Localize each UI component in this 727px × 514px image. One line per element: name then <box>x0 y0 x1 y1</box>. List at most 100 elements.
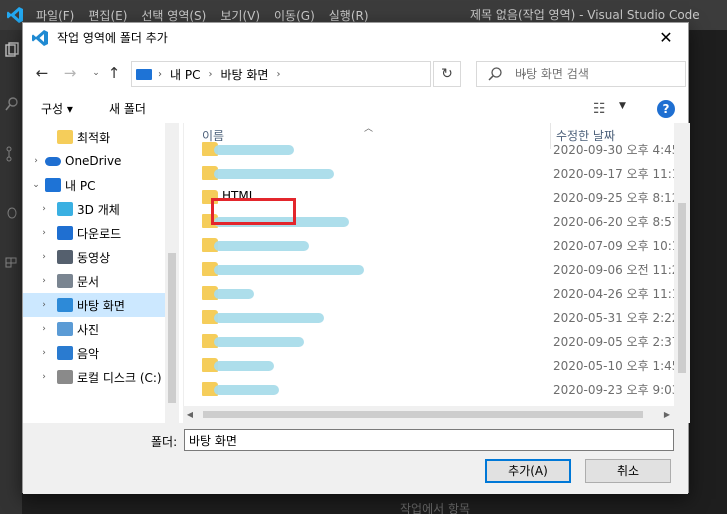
add-button[interactable]: 추가(A) <box>485 459 571 483</box>
tree-expand-icon[interactable]: › <box>39 204 49 214</box>
organize-button[interactable]: 구성 ▾ <box>41 95 73 123</box>
redacted-name-mark <box>214 265 364 275</box>
explorer-icon[interactable] <box>4 42 20 58</box>
file-date: 2020-06-20 오후 8:57 <box>553 215 680 229</box>
view-dropdown-icon[interactable]: ▼ <box>619 101 626 111</box>
menu-selection[interactable]: 선택 영역(S) <box>141 7 206 24</box>
scrollbar-thumb[interactable] <box>168 253 176 403</box>
file-date: 2020-09-17 오후 11:15 <box>553 167 683 181</box>
tree-expand-icon[interactable]: › <box>31 156 41 166</box>
sidebar-item-label: 3D 개체 <box>77 202 120 217</box>
cancel-button[interactable]: 취소 <box>585 459 671 483</box>
breadcrumb-my-pc[interactable]: 내 PC <box>170 66 200 83</box>
back-arrow-icon[interactable]: ← <box>31 61 53 85</box>
sidebar-item-label: 최적화 <box>77 130 111 145</box>
file-row[interactable]: 2020-09-06 오전 11:29 <box>184 257 683 281</box>
file-date: 2020-05-10 오후 1:45 <box>553 359 680 373</box>
file-row[interactable]: 2020-09-30 오후 4:45 <box>184 137 679 161</box>
sidebar-item-1[interactable]: › OneDrive <box>23 149 179 173</box>
breadcrumb-separator-icon: › <box>158 68 162 80</box>
tree-expand-icon[interactable]: › <box>39 252 49 262</box>
up-arrow-icon[interactable]: ↑ <box>103 61 125 85</box>
navigation-bar: ← → ⌄ ↑ › 내 PC › 바탕 화면 › ⌄ ↻ <box>23 57 688 89</box>
file-date: 2020-09-23 오후 9:03 <box>553 383 680 397</box>
redacted-name-mark <box>214 313 324 323</box>
redacted-name-mark <box>214 169 334 179</box>
address-bar[interactable]: › 내 PC › 바탕 화면 › ⌄ <box>131 61 528 87</box>
tree-expand-icon[interactable]: › <box>39 228 49 238</box>
sidebar-item-8[interactable]: › 사진 <box>23 317 179 341</box>
tree-expand-icon[interactable]: › <box>39 372 49 382</box>
tree-expand-icon[interactable]: › <box>39 348 49 358</box>
scroll-left-icon[interactable]: ◀ <box>183 406 197 423</box>
search-input[interactable] <box>515 63 681 85</box>
sidebar-item-5[interactable]: › 동영상 <box>23 245 179 269</box>
highlight-annotation <box>211 198 296 225</box>
file-row[interactable]: 2020-05-10 오후 1:45 <box>184 353 679 377</box>
close-button[interactable]: ✕ <box>644 23 688 53</box>
forward-arrow-icon[interactable]: → <box>59 61 81 85</box>
file-date: 2020-09-30 오후 4:45 <box>553 143 680 157</box>
document-icon <box>57 274 73 288</box>
file-row[interactable]: 2020-09-05 오후 2:37 <box>184 329 679 353</box>
debug-icon[interactable] <box>4 204 20 220</box>
help-icon[interactable]: ? <box>657 100 675 118</box>
sidebar-item-2[interactable]: ⌄ 내 PC <box>23 173 179 197</box>
file-date: 2020-05-31 오후 2:22 <box>553 311 680 325</box>
navigation-pane: 최적화 › OneDrive ⌄ 내 PC › 3D 개체 › 다운로드 › 동영상 › 문서 › 바탕 화… <box>23 123 179 423</box>
folder-label: 폴더: <box>151 435 178 449</box>
file-row[interactable]: 2020-07-09 오후 10:16 <box>184 233 683 257</box>
film-icon <box>57 250 73 264</box>
scrollbar-thumb[interactable] <box>203 411 643 418</box>
tree-expand-icon[interactable]: › <box>39 276 49 286</box>
sidebar-item-label: 문서 <box>77 274 100 289</box>
sidebar-item-9[interactable]: › 음악 <box>23 341 179 365</box>
redacted-name-mark <box>214 145 294 155</box>
search-box[interactable] <box>476 61 686 87</box>
file-list-scrollbar[interactable] <box>674 123 690 423</box>
sidebar-item-3[interactable]: › 3D 개체 <box>23 197 179 221</box>
search-icon[interactable] <box>4 96 20 112</box>
file-row[interactable]: 2020-09-17 오후 11:15 <box>184 161 683 185</box>
sidebar-item-7[interactable]: › 바탕 화면 <box>23 293 179 317</box>
menu-file[interactable]: 파일(F) <box>36 7 74 24</box>
sidebar-item-4[interactable]: › 다운로드 <box>23 221 179 245</box>
breadcrumb: › 내 PC › 바탕 화면 › <box>158 62 280 86</box>
file-row[interactable]: 2020-05-31 오후 2:22 <box>184 305 679 329</box>
vscode-background-text: 작업에서 항목 <box>400 502 471 514</box>
tree-expand-icon[interactable]: ⌄ <box>31 180 41 190</box>
view-options-icon[interactable]: ☷ <box>593 101 613 117</box>
sidebar-item-6[interactable]: › 문서 <box>23 269 179 293</box>
tree-expand-icon[interactable]: › <box>39 300 49 310</box>
dialog-footer: 폴더: 추가(A) 취소 <box>23 423 688 494</box>
file-row[interactable]: 2020-04-26 오후 11:11 <box>184 281 683 305</box>
menu-go[interactable]: 이동(G) <box>274 7 315 24</box>
file-row[interactable]: 2020-09-23 오후 9:03 <box>184 377 679 401</box>
sidebar-item-label: 동영상 <box>77 250 111 265</box>
sidebar-item-0[interactable]: 최적화 <box>23 125 179 149</box>
tree-expand-icon[interactable]: › <box>39 324 49 334</box>
folder-input[interactable] <box>184 429 674 451</box>
redacted-name-mark <box>214 241 309 251</box>
vscode-activity-bar <box>0 30 22 514</box>
menu-run[interactable]: 실행(R) <box>329 7 369 24</box>
source-control-icon[interactable] <box>4 146 20 162</box>
scroll-right-icon[interactable]: ▶ <box>660 406 674 423</box>
navigation-scrollbar[interactable] <box>165 123 179 423</box>
redacted-name-mark <box>214 337 304 347</box>
pc-icon <box>136 69 152 80</box>
menu-edit[interactable]: 편집(E) <box>88 7 127 24</box>
extensions-icon[interactable] <box>4 252 20 268</box>
sidebar-item-label: 로컬 디스크 (C:) <box>77 370 162 385</box>
new-folder-button[interactable]: 새 폴더 <box>109 95 146 123</box>
file-date: 2020-07-09 오후 10:16 <box>553 239 683 253</box>
search-icon <box>488 67 502 81</box>
menu-view[interactable]: 보기(V) <box>220 7 260 24</box>
refresh-button[interactable]: ↻ <box>433 61 461 87</box>
file-list-pane: ︿ 이름 수정한 날짜 2020-09-30 오후 4:45 2020-09-17… <box>183 123 690 423</box>
scrollbar-thumb[interactable] <box>678 203 686 373</box>
sidebar-item-10[interactable]: › 로컬 디스크 (C:) <box>23 365 179 389</box>
breadcrumb-desktop[interactable]: 바탕 화면 <box>220 66 268 83</box>
horizontal-scrollbar[interactable]: ◀ ▶ <box>183 406 674 423</box>
sidebar-item-label: 음악 <box>77 346 100 361</box>
